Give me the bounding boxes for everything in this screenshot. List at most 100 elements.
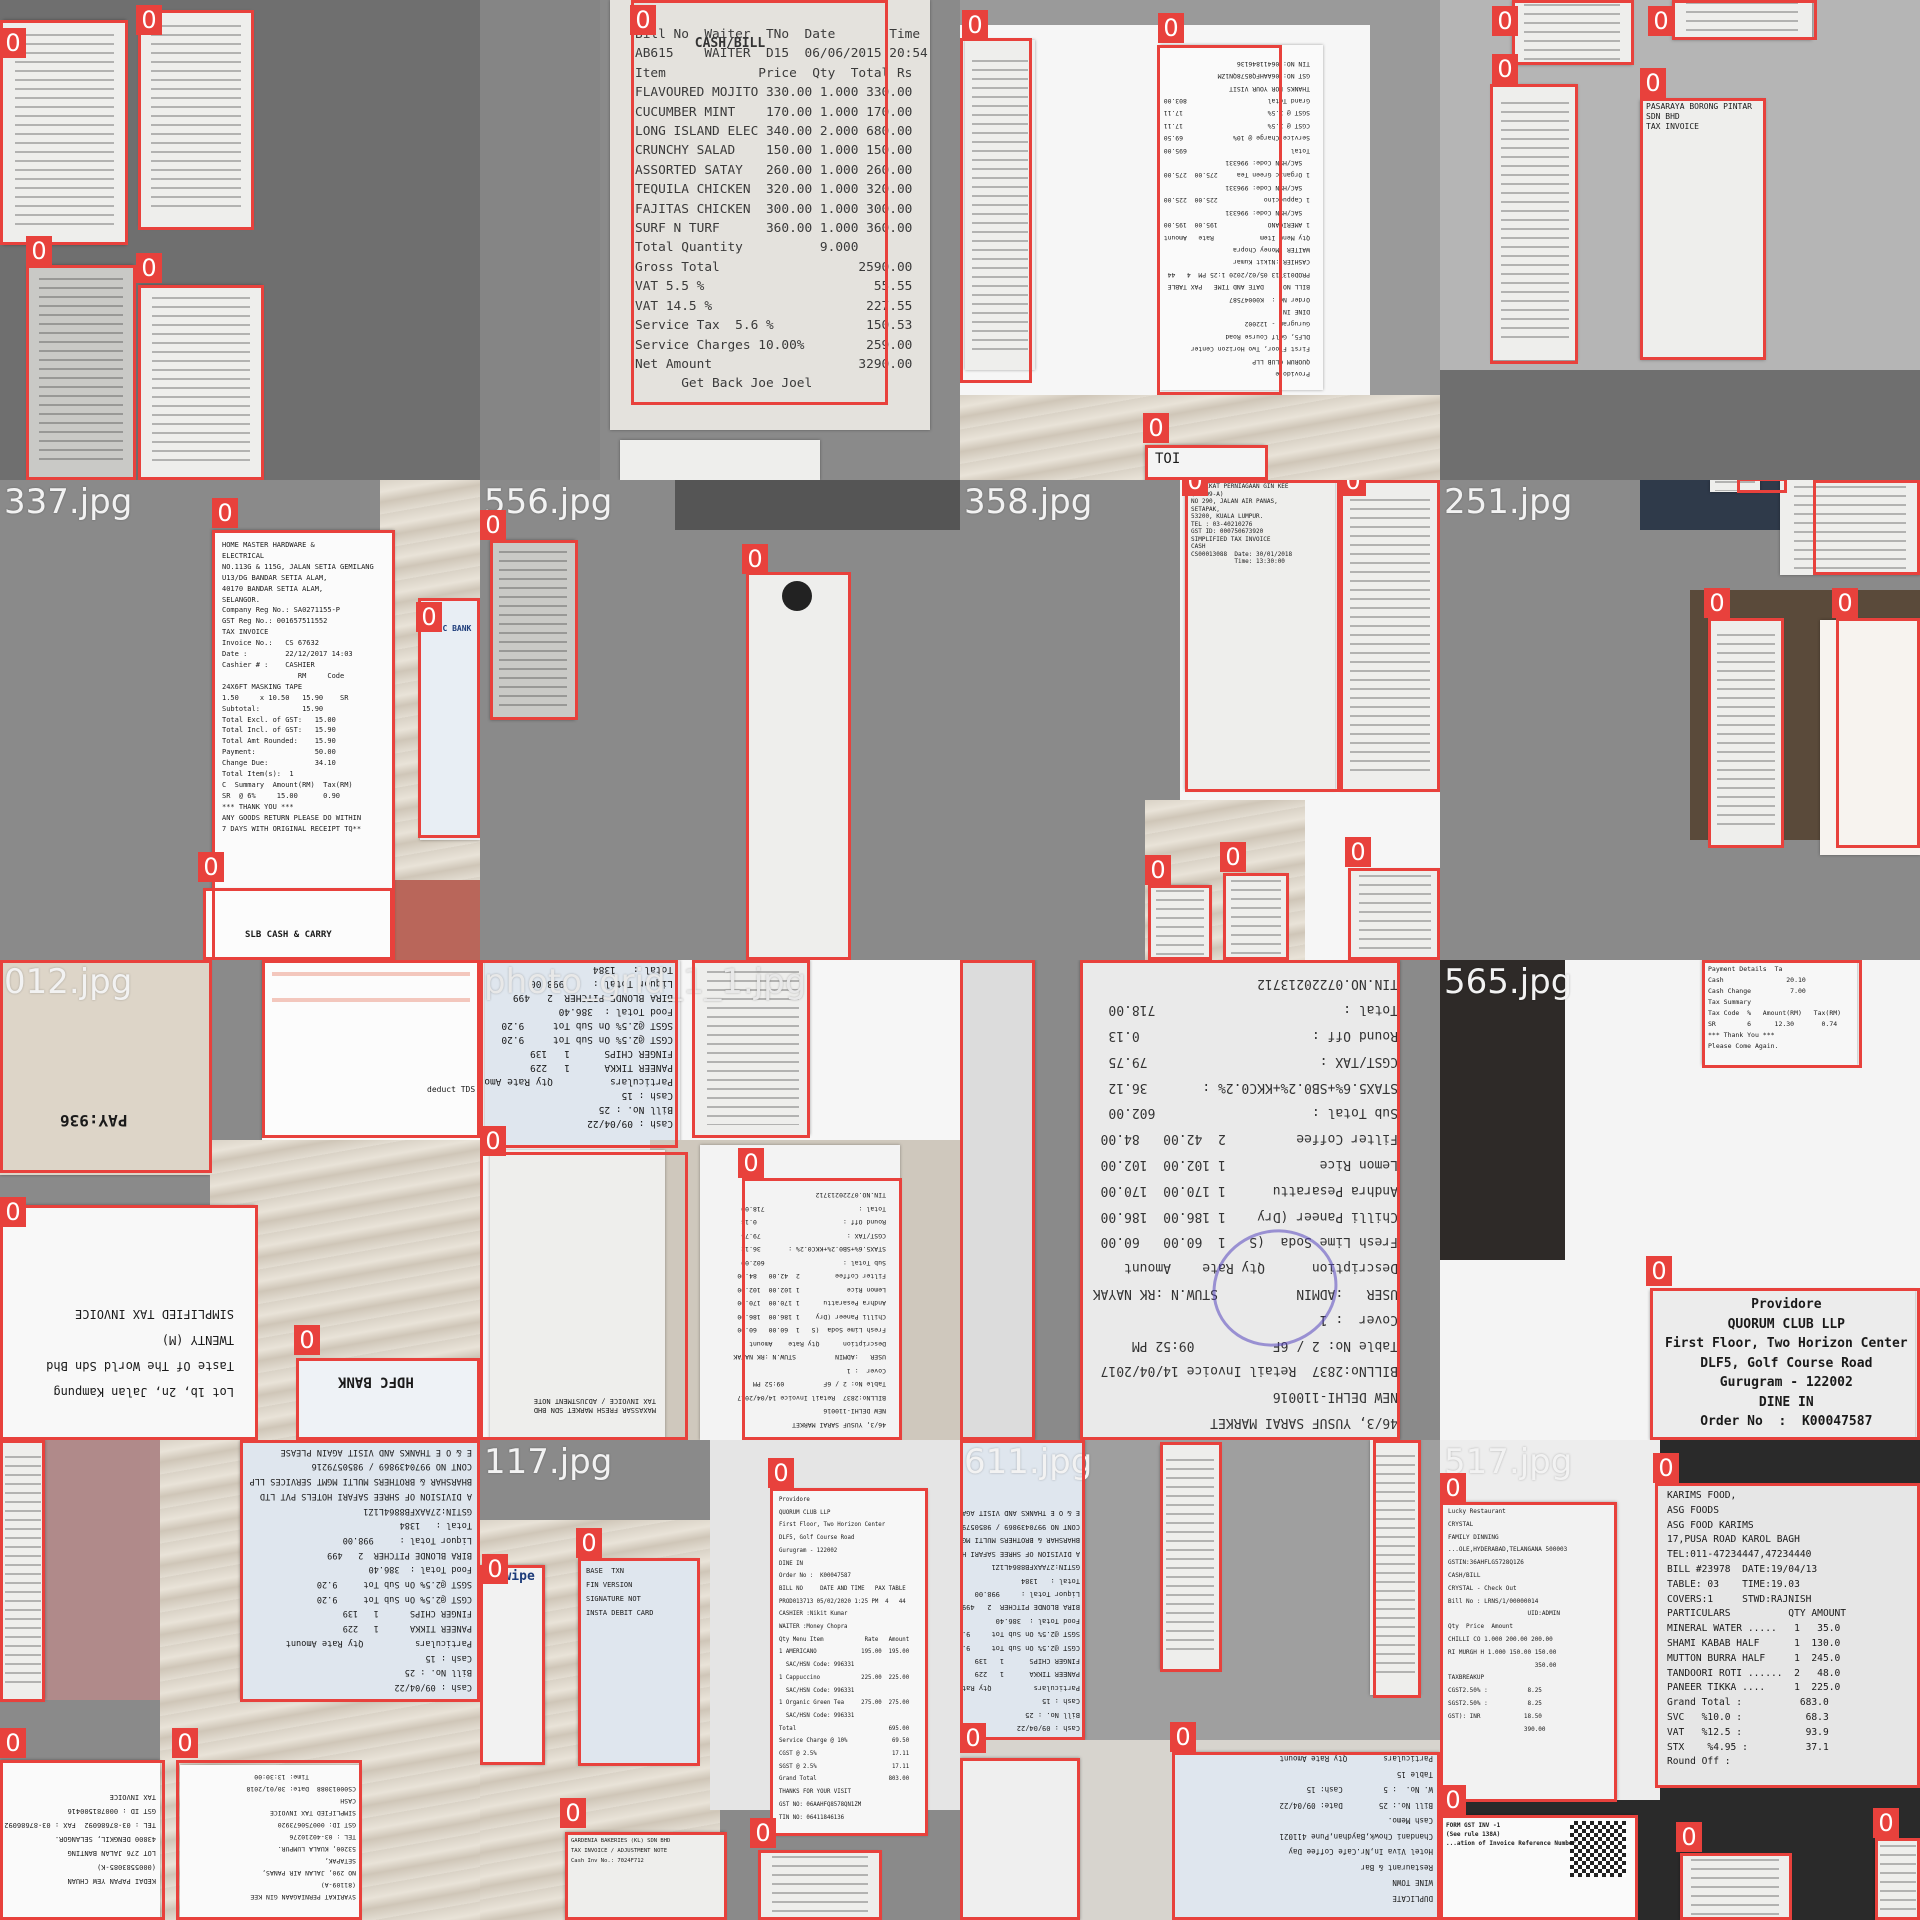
detection-label: 0: [768, 1458, 794, 1488]
grid-tile: 251.jpg 0 0 0 0: [1440, 480, 1920, 960]
detection-label: 0: [630, 5, 656, 35]
detection-label: 0: [1440, 1785, 1466, 1815]
detection-box: [758, 1850, 882, 1920]
detection-box: [1702, 960, 1862, 1068]
grid-tile: Payment Details Ta Cash 20.10 Cash Change …: [1440, 960, 1920, 1440]
detection-box: [1708, 618, 1784, 848]
detection-box: [1813, 480, 1920, 575]
detection-label: 0: [136, 5, 162, 35]
detection-label: 0: [742, 544, 768, 574]
detection-box: [1680, 1853, 1792, 1920]
receipt: [620, 440, 820, 480]
detection-box: [1148, 885, 1212, 960]
detection-label: 0: [482, 1554, 508, 1584]
detection-label: 0: [26, 236, 52, 266]
detection-box: [1157, 45, 1282, 395]
grid-tile: 0 0 0 0: [0, 0, 480, 480]
detection-box: [960, 960, 1035, 1440]
detection-label: 0: [1345, 837, 1371, 867]
detection-box: [418, 598, 480, 838]
grid-tile: HOME MASTER HARDWARE & ELECTRICAL NO.113G …: [0, 480, 480, 960]
grid-tile: Cash : 09/04/22 Bill No. : 25 Cash : 15 Par…: [480, 960, 960, 1440]
detection-label: 0: [738, 1148, 764, 1178]
detection-label: 0: [1340, 480, 1366, 496]
detection-label: 0: [576, 1528, 602, 1558]
detection-box: [1223, 873, 1289, 960]
detection-box: [1640, 98, 1766, 360]
detection-box: [176, 1760, 362, 1920]
grid-tile: atSwipe BASE TXNFIN VERSIONSIGNATURE NOT…: [480, 1440, 960, 1920]
detection-label: 0: [1646, 1256, 1672, 1286]
detection-label: 0: [1170, 1722, 1196, 1752]
detection-box: [1672, 0, 1817, 40]
detection-label: 0: [960, 1723, 986, 1753]
detection-box: [1080, 960, 1400, 1440]
grid-tile: PASARAYA BORONG PINTAR SDN BHD TAX INVOICE…: [1440, 0, 1920, 480]
detection-box: [1650, 1288, 1920, 1440]
detection-box: [631, 0, 888, 405]
detection-box: [960, 1758, 1080, 1920]
detection-label: 0: [1158, 13, 1184, 43]
detection-box: [1440, 1502, 1617, 1802]
detection-box: [692, 960, 810, 1138]
grid-tile: j 46/3, YUSUF SARAI MARKETNEW DELHI-1100…: [960, 960, 1440, 1440]
detection-box: [0, 1760, 165, 1920]
detection-label: 0: [480, 510, 506, 540]
detection-box: [1373, 1440, 1421, 1698]
grid-tile: CASH/BILL Bill No Waiter TNo Date Time AB…: [480, 0, 960, 480]
detection-label: 0: [1492, 6, 1518, 36]
detection-box: [746, 572, 851, 960]
detection-label: 0: [962, 10, 988, 40]
detection-label: 0: [1704, 588, 1730, 618]
detection-label: 0: [0, 1197, 26, 1227]
detection-box: [138, 285, 264, 480]
detection-label: 0: [198, 852, 224, 882]
detection-box: [480, 1152, 688, 1440]
detection-box: [296, 1358, 480, 1440]
detection-label: 0: [1648, 6, 1674, 36]
detection-box: [565, 1832, 727, 1920]
detection-label: 0: [0, 28, 26, 58]
image-filename: 565.jpg: [1444, 962, 1573, 1002]
detection-label: 0: [1440, 1473, 1466, 1503]
detection-label: 0: [1143, 413, 1169, 443]
detection-box: [1737, 480, 1787, 493]
detection-box: [1185, 480, 1340, 792]
detection-box: [1490, 84, 1578, 364]
detection-box: [1145, 445, 1268, 480]
detection-label: 0: [1873, 1808, 1899, 1838]
image-filename: 358.jpg: [964, 482, 1093, 522]
grid-tile: SYARIKAT PERNIAGAAN GIN KEE(81109-A)NO 2…: [960, 480, 1440, 960]
image-filename: 337.jpg: [4, 482, 133, 522]
detection-box: [480, 1565, 545, 1765]
detection-label: 0: [0, 1728, 26, 1758]
detection-label: 0: [1676, 1822, 1702, 1852]
detection-box: [1348, 868, 1440, 960]
detection-label: 0: [1145, 855, 1171, 885]
detection-box: [742, 1178, 902, 1440]
grid-tile: Cash : 09/04/22 Bill No. : 25 Cash : 15 Par…: [0, 1440, 480, 1920]
detection-box: [1875, 1838, 1920, 1920]
detection-label: 0: [1220, 842, 1246, 872]
detection-label: 0: [1640, 68, 1666, 98]
detection-label: 0: [1653, 1453, 1679, 1483]
detection-box: [578, 1558, 700, 1766]
detection-label: 0: [136, 253, 162, 283]
detection-box: [138, 10, 254, 230]
detection-box: [960, 38, 1032, 383]
detection-box: [0, 1205, 258, 1440]
detection-label: 0: [416, 602, 442, 632]
detection-box: [0, 960, 212, 1173]
detection-box: [26, 265, 136, 480]
detection-box: [240, 1440, 480, 1702]
detection-label: 0: [1182, 480, 1208, 496]
detection-box: [1340, 480, 1440, 792]
grid-tile: 556.jpg 0 0: [480, 480, 960, 960]
detection-label: 0: [1492, 54, 1518, 84]
grid-tile: Cash : 09/04/22 Bill No. : 25 Cash : 15 Par…: [960, 1440, 1440, 1920]
detection-label: 0: [560, 1798, 586, 1828]
grid-tile: PAY:936 deduct TDS Lot 1b, 2n, Jalan Kam…: [0, 960, 480, 1440]
detection-box: [1440, 1815, 1638, 1920]
detection-box: [1836, 618, 1920, 848]
detection-box: [960, 1440, 1085, 1740]
